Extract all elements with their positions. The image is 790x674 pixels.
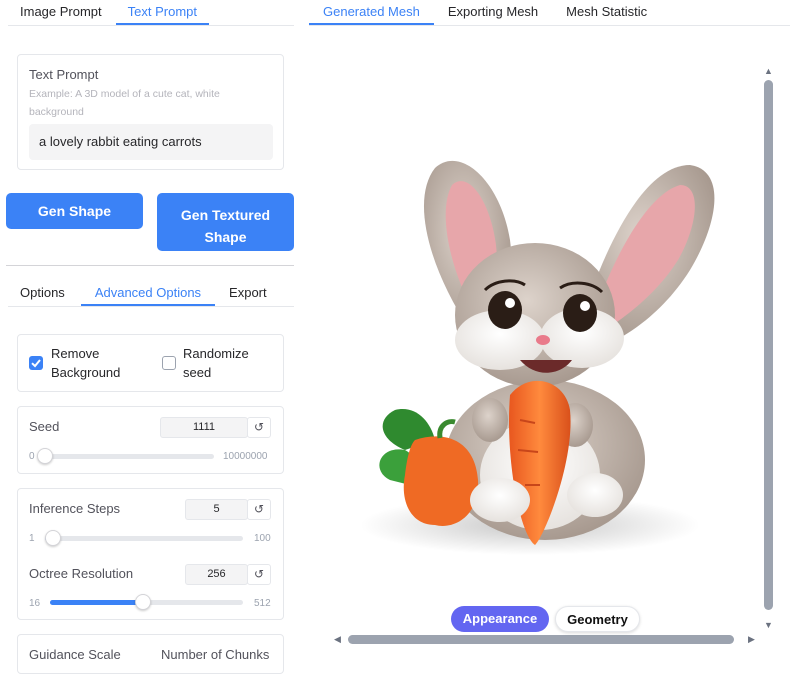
octree-resolution-max: 512 [254, 598, 271, 609]
guidance-scale-label: Guidance Scale [29, 647, 121, 662]
options-tabs: Options Advanced Options Export [8, 281, 294, 307]
geometry-button[interactable]: Geometry [555, 606, 640, 632]
randomize-seed-label[interactable]: Randomize seed [183, 344, 263, 382]
tab-options[interactable]: Options [8, 281, 77, 306]
tab-exporting-mesh[interactable]: Exporting Mesh [436, 0, 550, 25]
inference-steps-max: 100 [254, 533, 271, 544]
seed-input[interactable]: 1111 [160, 417, 248, 438]
octree-resolution-slider-fill [50, 600, 143, 605]
viewer-tabs: Generated Mesh Exporting Mesh Mesh Stati… [309, 0, 790, 26]
number-of-chunks-label: Number of Chunks [161, 647, 270, 662]
octree-resolution-reset-button[interactable]: ↺ [247, 564, 271, 585]
octree-resolution-input[interactable]: 256 [185, 564, 248, 585]
seed-card: Seed 1111 ↺ 0 10000000 [17, 406, 284, 474]
gen-shape-button[interactable]: Gen Shape [6, 193, 143, 229]
horizontal-scrollbar[interactable] [348, 635, 734, 644]
inference-steps-min: 1 [29, 533, 35, 544]
inference-steps-input[interactable]: 5 [185, 499, 248, 520]
octree-resolution-min: 16 [29, 598, 41, 609]
seed-max: 10000000 [223, 451, 268, 462]
tab-generated-mesh[interactable]: Generated Mesh [309, 0, 434, 25]
scroll-left-arrow[interactable]: ◀ [334, 634, 341, 645]
inference-steps-slider-thumb[interactable] [44, 530, 61, 546]
text-prompt-label: Text Prompt [29, 67, 99, 82]
text-prompt-input[interactable]: a lovely rabbit eating carrots [29, 124, 273, 160]
divider [6, 265, 294, 266]
vertical-scrollbar[interactable] [764, 80, 773, 610]
check-icon [31, 359, 41, 368]
octree-resolution-label: Octree Resolution [29, 566, 134, 581]
input-mode-tabs: Image Prompt Text Prompt [8, 0, 294, 26]
remove-background-checkbox[interactable] [29, 356, 43, 370]
seed-slider[interactable] [37, 448, 214, 464]
octree-resolution-slider-thumb[interactable] [134, 594, 151, 610]
rabbit-mesh-render[interactable] [360, 140, 740, 570]
tab-text-prompt[interactable]: Text Prompt [115, 0, 210, 25]
checkbox-card: Remove Background Randomize seed [17, 334, 284, 392]
seed-min: 0 [29, 451, 35, 462]
steps-card: Inference Steps 5 ↺ 1 100 Octree Resolut… [17, 488, 284, 620]
seed-slider-thumb[interactable] [37, 448, 53, 464]
randomize-seed-checkbox[interactable] [162, 356, 176, 370]
seed-reset-button[interactable]: ↺ [247, 417, 271, 438]
octree-resolution-slider[interactable] [50, 594, 243, 610]
inference-steps-label: Inference Steps [29, 501, 121, 516]
tab-mesh-statistic[interactable]: Mesh Statistic [554, 0, 659, 25]
inference-steps-slider[interactable] [44, 530, 243, 546]
tab-export[interactable]: Export [217, 281, 279, 306]
text-prompt-hint: Example: A 3D model of a cute cat, white… [29, 88, 220, 118]
appearance-button[interactable]: Appearance [451, 606, 549, 632]
tab-image-prompt[interactable]: Image Prompt [8, 0, 114, 25]
gen-textured-shape-button[interactable]: Gen Textured Shape [157, 193, 294, 251]
scroll-up-arrow[interactable]: ▲ [764, 66, 773, 76]
seed-label: Seed [29, 419, 60, 434]
remove-background-label[interactable]: Remove Background [51, 344, 131, 382]
text-prompt-card: Text Prompt Example: A 3D model of a cut… [17, 54, 284, 170]
gen-textured-shape-label: Gen Textured Shape [180, 207, 271, 245]
guidance-card: Guidance Scale Number of Chunks [17, 634, 284, 674]
scroll-down-arrow[interactable]: ▼ [764, 620, 773, 630]
scroll-right-arrow[interactable]: ▶ [748, 634, 755, 645]
tab-advanced-options[interactable]: Advanced Options [80, 281, 216, 306]
inference-steps-reset-button[interactable]: ↺ [247, 499, 271, 520]
